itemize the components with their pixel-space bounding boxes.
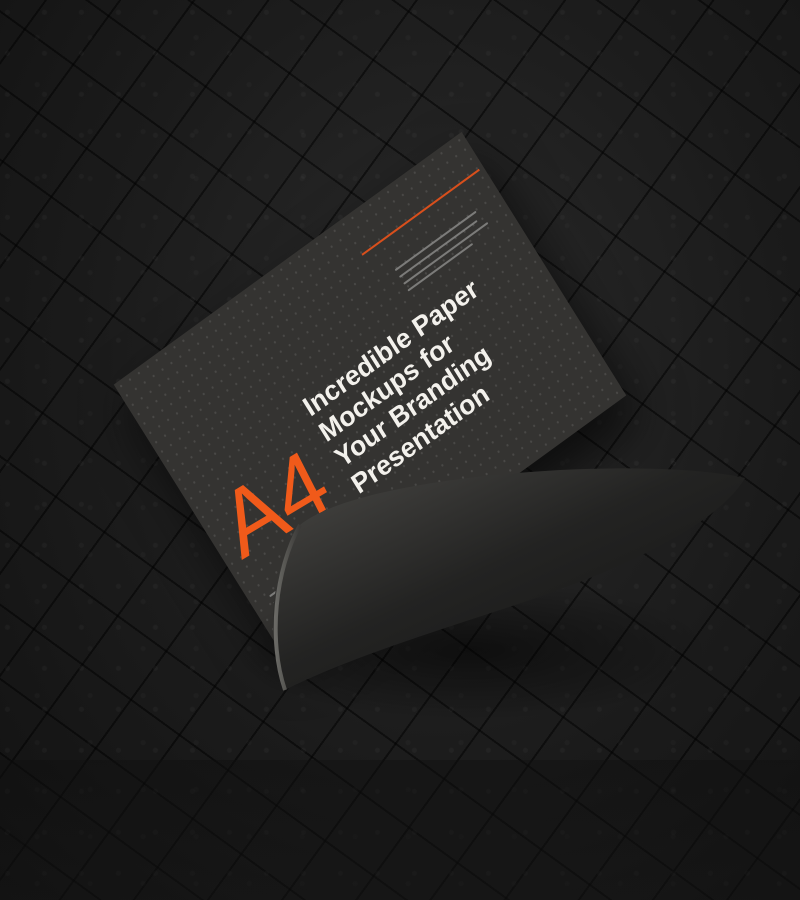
mockup-scene: A4 Incredible Paper Mockups for Your Bra… — [0, 0, 800, 900]
floor-band — [0, 760, 800, 900]
sheet-size-label: A4 — [204, 430, 344, 579]
